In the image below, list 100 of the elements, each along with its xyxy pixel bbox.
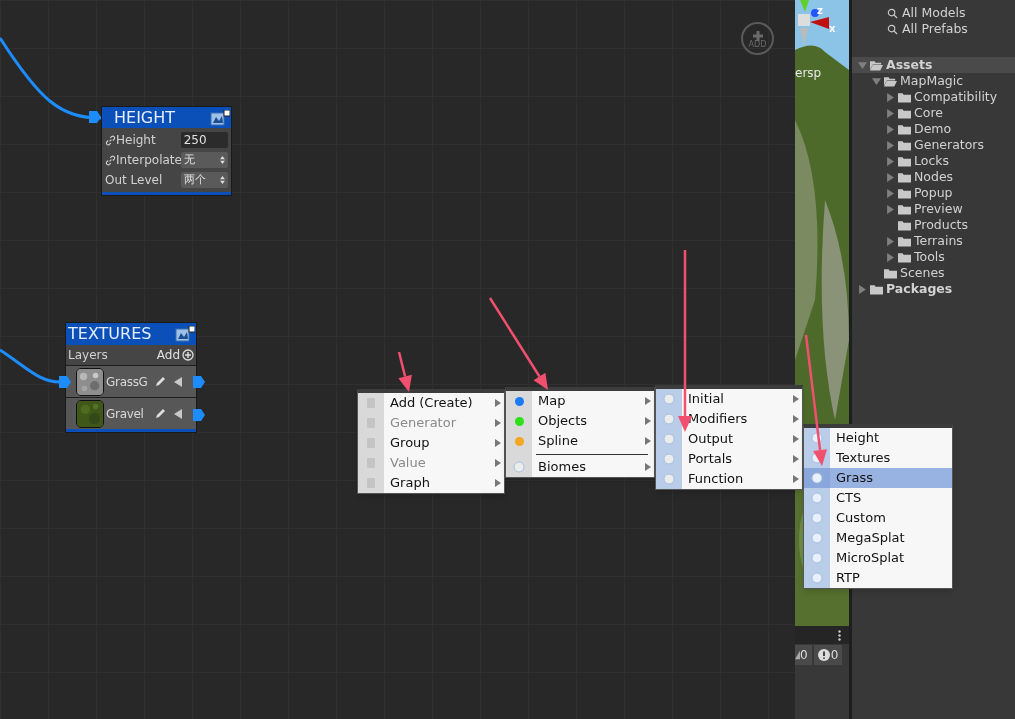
folder-label: MapMagic: [900, 71, 964, 90]
tree-row[interactable]: Demo: [852, 121, 1015, 137]
menu-item[interactable]: Biomes: [506, 457, 654, 477]
menu-item[interactable]: Initial: [656, 389, 802, 409]
triangle-left-icon[interactable]: [174, 376, 182, 387]
menu-item-icon: [811, 432, 823, 444]
node-panel[interactable]: TEXTURES Layers Add GrassG Gravel: [65, 322, 197, 433]
folder-icon: [884, 267, 897, 279]
folder-label: Assets: [886, 55, 933, 74]
updown-icon: [220, 156, 225, 164]
menu-item[interactable]: Map: [506, 391, 654, 411]
value-dropdown[interactable]: 无: [180, 152, 228, 168]
menu-item[interactable]: Function: [656, 469, 802, 489]
tree-row[interactable]: Core: [852, 105, 1015, 121]
tree-row[interactable]: Assets: [852, 57, 1015, 73]
triangle-left-icon[interactable]: [174, 408, 182, 419]
expand-arrow-icon[interactable]: [872, 76, 881, 86]
tree-row[interactable]: Products: [852, 217, 1015, 233]
folder-icon: [898, 251, 911, 263]
layer-row[interactable]: GrassG: [66, 365, 196, 397]
arrow-annotation: [397, 351, 412, 392]
tree-row[interactable]: Popup: [852, 185, 1015, 201]
menu-item[interactable]: Group: [358, 433, 504, 453]
folder-label: Products: [914, 215, 968, 234]
menu-item[interactable]: Grass: [804, 468, 952, 488]
more-icon[interactable]: [838, 629, 841, 641]
tree-row[interactable]: MapMagic: [852, 73, 1015, 89]
folder-label: Compatibility: [914, 88, 998, 106]
saved-search[interactable]: All Prefabs: [852, 21, 1015, 37]
folder-icon: [898, 187, 911, 199]
input-port[interactable]: [89, 111, 101, 123]
folder-icon: [898, 203, 911, 215]
node-title: HEIGHT: [114, 106, 176, 129]
expand-arrow-icon[interactable]: [886, 124, 895, 134]
expand-arrow-icon[interactable]: [886, 204, 895, 214]
input-port[interactable]: [59, 376, 71, 388]
expand-arrow-icon[interactable]: [886, 236, 895, 246]
menu-item[interactable]: MicroSplat: [804, 548, 952, 568]
menu-item-icon: [663, 393, 675, 405]
tree-row[interactable]: Nodes: [852, 169, 1015, 185]
expand-arrow-icon[interactable]: [886, 252, 895, 262]
menu-item[interactable]: CTS: [804, 488, 952, 508]
expand-arrow-icon[interactable]: [886, 172, 895, 182]
folder-label: Terrains: [914, 231, 963, 250]
folder-label: Nodes: [914, 167, 954, 186]
menu-item[interactable]: RTP: [804, 568, 952, 588]
menu-item-icon: [663, 433, 675, 445]
menu-item[interactable]: Custom: [804, 508, 952, 528]
field-label: Interpolate: [116, 152, 181, 169]
folder-icon: [898, 107, 911, 119]
menu-item-icon: [811, 532, 823, 544]
expand-arrow-icon[interactable]: [858, 60, 867, 70]
tree-row[interactable]: Generators: [852, 137, 1015, 153]
pencil-icon[interactable]: [154, 375, 166, 388]
menu-item[interactable]: MegaSplat: [804, 528, 952, 548]
menu-item[interactable]: Graph: [358, 473, 504, 493]
tree-row[interactable]: Scenes: [852, 265, 1015, 281]
error-count[interactable]: 0: [813, 645, 843, 665]
error-icon: [817, 649, 830, 661]
menu-item[interactable]: Portals: [656, 449, 802, 469]
node-panel[interactable]: HEIGHT Height 250 Interpolate 无 Out Level 两个: [101, 106, 232, 196]
menu-item-icon: [663, 473, 675, 485]
pencil-icon[interactable]: [154, 407, 166, 420]
menu-item-icon: [513, 461, 525, 473]
texture-thumbnail[interactable]: [76, 367, 104, 396]
expand-arrow-icon[interactable]: [886, 140, 895, 150]
plus-circle-icon: [182, 349, 194, 361]
expand-arrow-icon[interactable]: [858, 284, 867, 294]
menu-item[interactable]: Output: [656, 429, 802, 449]
menu-item-icon: [811, 492, 823, 504]
menu-item[interactable]: Add (Create): [358, 393, 504, 413]
folder-label: Locks: [914, 151, 950, 170]
tree-row[interactable]: Packages: [852, 281, 1015, 297]
tree-row[interactable]: Terrains: [852, 233, 1015, 249]
menu-item[interactable]: Objects: [506, 411, 654, 431]
axis-label: z: [817, 4, 823, 18]
layer-row[interactable]: Gravel: [66, 397, 196, 429]
value-dropdown[interactable]: 两个: [180, 172, 228, 188]
value-input[interactable]: 250: [180, 132, 228, 148]
menu-item-icon: [663, 453, 675, 465]
tree-row[interactable]: Tools: [852, 249, 1015, 265]
saved-search[interactable]: All Models: [852, 5, 1015, 21]
output-port[interactable]: [193, 376, 205, 388]
menu-item[interactable]: Spline: [506, 431, 654, 451]
expand-arrow-icon[interactable]: [886, 188, 895, 198]
warning-count[interactable]: 0: [795, 645, 812, 665]
expand-arrow-icon[interactable]: [886, 156, 895, 166]
menu-item[interactable]: Height: [804, 428, 952, 448]
tree-row[interactable]: Compatibility: [852, 89, 1015, 105]
folder-icon: [898, 235, 911, 247]
texture-thumbnail[interactable]: [76, 399, 104, 428]
output-port[interactable]: [193, 409, 205, 421]
node-icon: [210, 109, 230, 126]
add-layer-button[interactable]: Add: [156, 346, 194, 364]
search-icon: [887, 7, 898, 19]
tree-row[interactable]: Locks: [852, 153, 1015, 169]
tree-row[interactable]: Preview: [852, 201, 1015, 217]
folder-icon: [884, 75, 897, 87]
expand-arrow-icon[interactable]: [886, 92, 895, 102]
expand-arrow-icon[interactable]: [886, 108, 895, 118]
